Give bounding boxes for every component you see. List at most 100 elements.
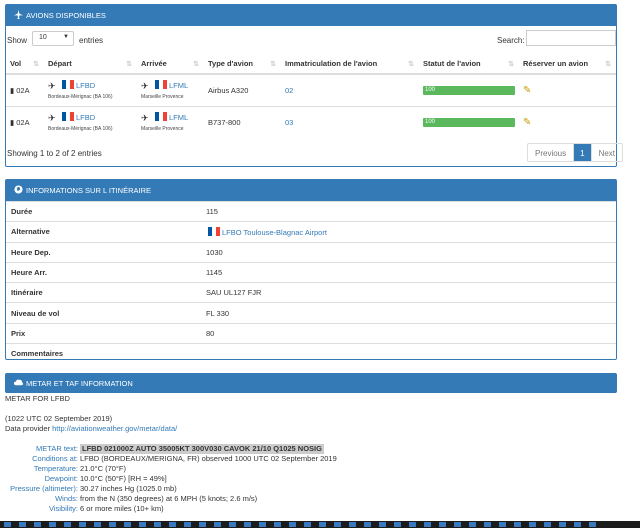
row-label: Heure Arr. (6, 261, 201, 283)
table-row: Alternative LFBO Toulouse-Blagnac Airport (6, 221, 616, 243)
field-key: Temperature: (33, 464, 78, 473)
taskbar-app-icon[interactable] (34, 522, 41, 527)
taskbar-app-icon[interactable] (4, 522, 11, 527)
taskbar-app-icon[interactable] (214, 522, 221, 527)
row-label: Prix (6, 322, 201, 344)
taskbar-app-icon[interactable] (484, 522, 491, 527)
col-immat[interactable]: Immatriculation de l'avion ⇅ (281, 54, 419, 75)
taskbar-app-icon[interactable] (64, 522, 71, 527)
taskbar-app-icon[interactable] (319, 522, 326, 527)
provider-label: Data provider (5, 424, 51, 433)
taskbar-app-icon[interactable] (304, 522, 311, 527)
page-1-button[interactable]: 1 (574, 144, 591, 161)
taskbar (0, 521, 640, 528)
metar-field: Conditions at: LFBD (BORDEAUX/MERIGNA, FR… (5, 454, 337, 464)
taskbar-app-icon[interactable] (364, 522, 371, 527)
taskbar-app-icon[interactable] (559, 522, 566, 527)
entries-select[interactable]: 10 ▼ (32, 31, 74, 46)
avions-panel-header: AVIONS DISPONIBLES (6, 5, 616, 26)
sort-icon: ⇅ (126, 61, 132, 68)
col-reserver[interactable]: Réserver un avion ⇅ (519, 54, 616, 75)
arr-code-link[interactable]: LFML (169, 81, 188, 90)
field-key: Dewpoint: (44, 474, 78, 483)
taskbar-app-icon[interactable] (169, 522, 176, 527)
arr-name: Marseille Provence (141, 94, 184, 101)
taskbar-app-icon[interactable] (529, 522, 536, 527)
col-vol[interactable]: Vol ⇅ (6, 54, 44, 75)
row-label: Heure Dep. (6, 241, 201, 263)
metar-field: Visibility: 6 or more miles (10+ km) (5, 504, 337, 514)
field-value: LFBD (BORDEAUX/MERIGNA, FR) observed 100… (80, 454, 337, 463)
taskbar-app-icon[interactable] (514, 522, 521, 527)
reserve-icon[interactable]: ✎ (523, 85, 531, 96)
entries-label: entries (79, 36, 104, 45)
col-type[interactable]: Type d'avion ⇅ (204, 54, 281, 75)
taskbar-app-icon[interactable] (289, 522, 296, 527)
alternative-link[interactable]: LFBO Toulouse-Blagnac Airport (222, 228, 327, 237)
arr-code-link[interactable]: LFML (169, 113, 188, 122)
taskbar-app-icon[interactable] (469, 522, 476, 527)
taskbar-app-icon[interactable] (274, 522, 281, 527)
provider-link[interactable]: http://aviationweather.gov/metar/data/ (52, 424, 177, 433)
taskbar-app-icon[interactable] (334, 522, 341, 527)
reserve-icon[interactable]: ✎ (523, 117, 531, 128)
taskbar-app-icon[interactable] (199, 522, 206, 527)
table-row: Durée 115 (6, 200, 616, 222)
field-key: METAR text: (36, 444, 78, 453)
dep-code-link[interactable]: LFBD (76, 113, 95, 122)
metar-for: METAR FOR LFBD (5, 394, 70, 403)
sort-icon: ⇅ (605, 61, 611, 68)
immat-link[interactable]: 03 (281, 105, 419, 138)
taskbar-app-icon[interactable] (379, 522, 386, 527)
taskbar-app-icon[interactable] (184, 522, 191, 527)
row-value: 115 (201, 200, 616, 222)
taskbar-app-icon[interactable] (589, 522, 596, 527)
col-statut[interactable]: Statut de l'avion ⇅ (419, 54, 519, 75)
table-row: Itinéraire SAU UL127 FJR (6, 282, 616, 303)
row-label: Alternative (6, 221, 201, 243)
row-value: 1030 (201, 241, 616, 263)
table-row: ▮ 02A ✈ LFBD Bordeaux-Mérignac (BA 106) ✈ L… (6, 73, 616, 106)
arrival-icon: ✈ (141, 113, 149, 124)
immat-link[interactable]: 02 (281, 73, 419, 106)
taskbar-app-icon[interactable] (49, 522, 56, 527)
dep-code-link[interactable]: LFBD (76, 81, 95, 90)
departure-icon: ✈ (48, 113, 56, 124)
taskbar-app-icon[interactable] (109, 522, 116, 527)
table-row: Heure Arr. 1145 (6, 261, 616, 283)
taskbar-app-icon[interactable] (124, 522, 131, 527)
taskbar-app-icon[interactable] (499, 522, 506, 527)
field-value: 10.0°C (50°F) [RH = 49%] (80, 474, 167, 483)
col-arrivee[interactable]: Arrivée ⇅ (137, 54, 204, 75)
taskbar-app-icon[interactable] (19, 522, 26, 527)
taskbar-app-icon[interactable] (259, 522, 266, 527)
taskbar-app-icon[interactable] (424, 522, 431, 527)
next-button[interactable]: Next (590, 144, 622, 161)
taskbar-app-icon[interactable] (139, 522, 146, 527)
itineraire-panel-header: INFORMATIONS SUR L ITINÉRAIRE (6, 180, 616, 201)
taskbar-app-icon[interactable] (454, 522, 461, 527)
taskbar-app-icon[interactable] (394, 522, 401, 527)
col-depart[interactable]: Départ ⇅ (44, 54, 137, 75)
fr-flag-icon (155, 80, 167, 90)
taskbar-app-icon[interactable] (544, 522, 551, 527)
taskbar-app-icon[interactable] (409, 522, 416, 527)
taskbar-app-icon[interactable] (244, 522, 251, 527)
taskbar-app-icon[interactable] (439, 522, 446, 527)
taskbar-app-icon[interactable] (574, 522, 581, 527)
metar-field: Pressure (altimeter): 30.27 inches Hg (10… (5, 484, 337, 494)
search-input[interactable] (526, 30, 616, 46)
taskbar-app-icon[interactable] (79, 522, 86, 527)
taskbar-app-icon[interactable] (154, 522, 161, 527)
metar-time: (1022 UTC 02 September 2019) (5, 414, 113, 423)
type-value: Airbus A320 (204, 73, 281, 106)
metar-text-value: LFBD 021000Z AUTO 35005KT 300V030 CAVOK … (80, 444, 324, 454)
taskbar-app-icon[interactable] (349, 522, 356, 527)
row-value: 80 (201, 322, 616, 344)
type-value: B737-800 (204, 105, 281, 138)
fr-flag-icon (62, 80, 74, 90)
previous-button[interactable]: Previous (528, 144, 575, 161)
taskbar-app-icon[interactable] (229, 522, 236, 527)
status-bar: 100 (423, 85, 515, 95)
taskbar-app-icon[interactable] (94, 522, 101, 527)
